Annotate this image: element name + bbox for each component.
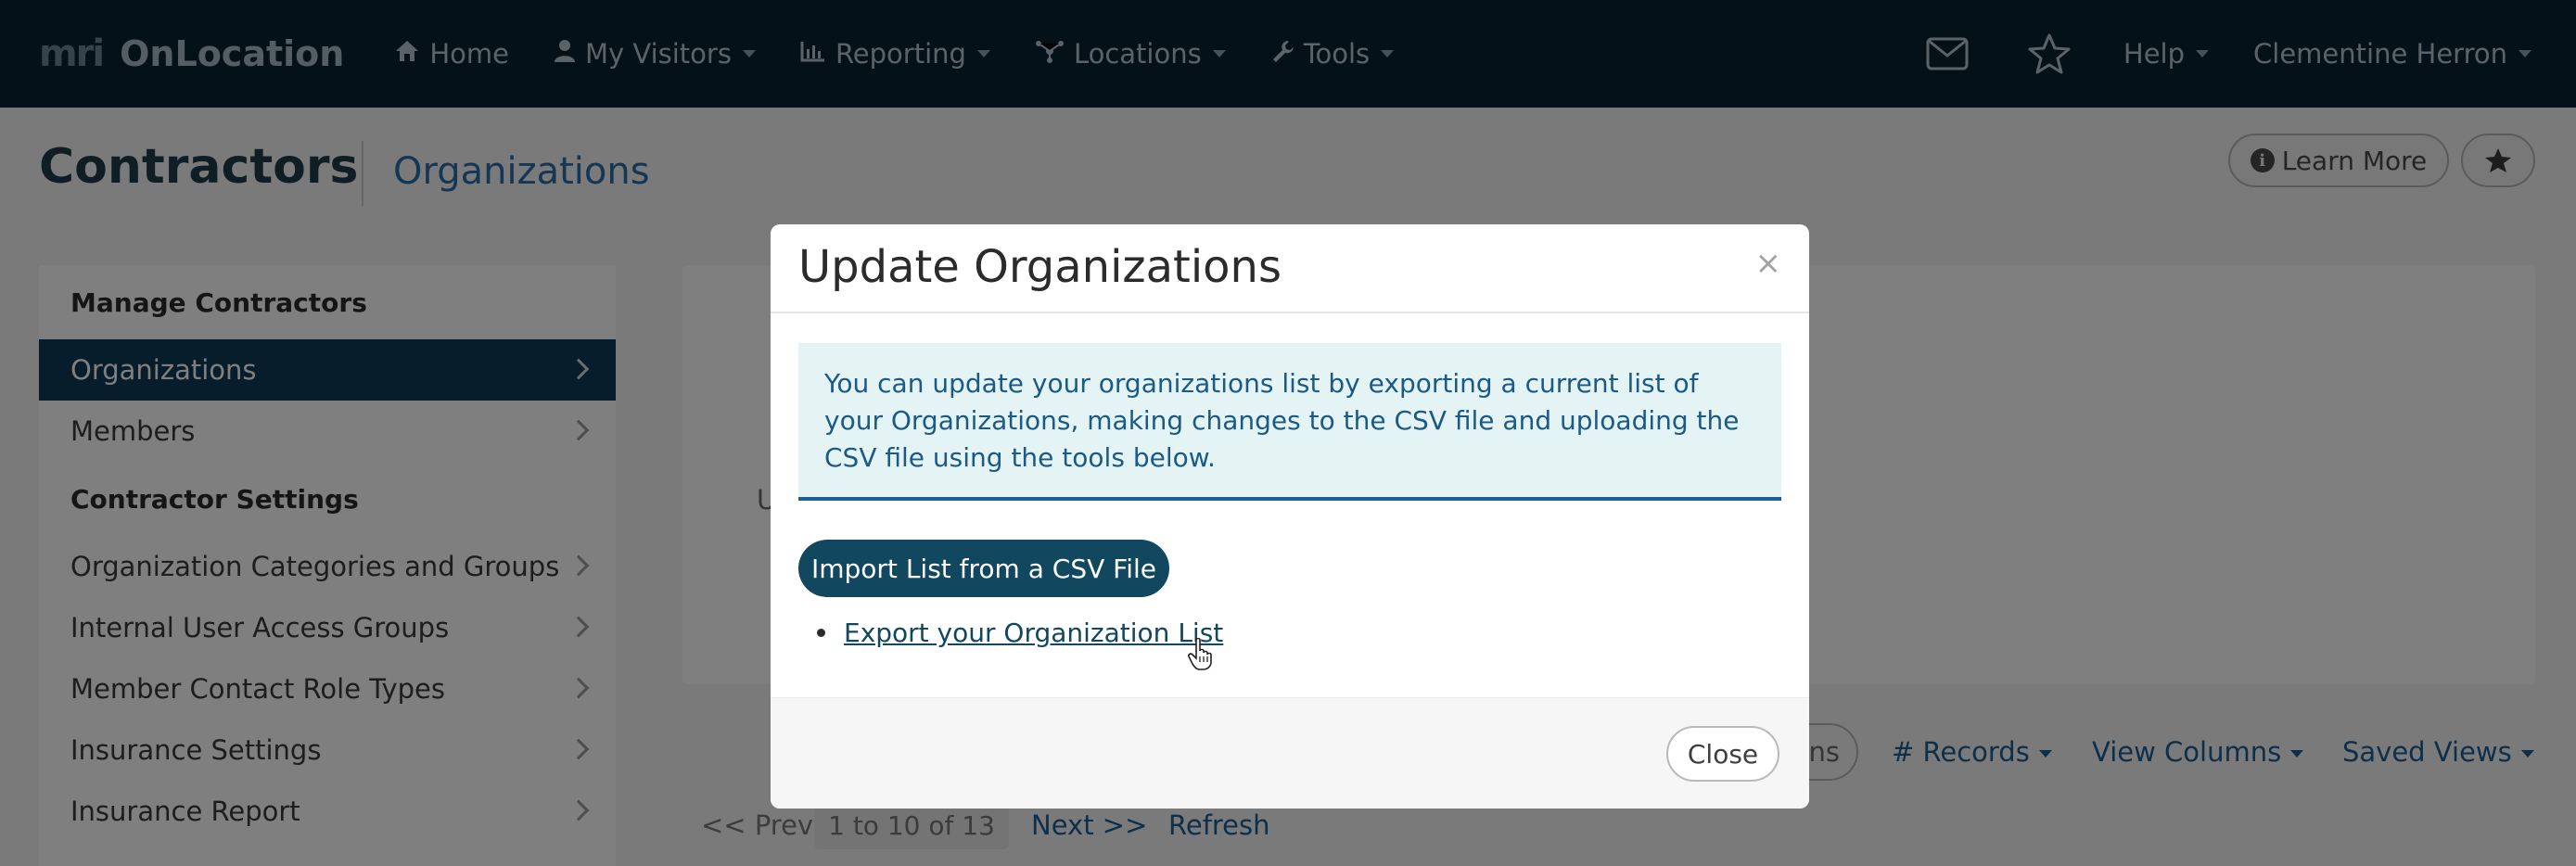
bullet [817,629,825,637]
modal-header: Update Organizations × [771,224,1809,313]
modal-footer: Close [771,697,1809,809]
close-button[interactable]: Close [1666,726,1779,782]
export-organization-list-link[interactable]: Export your Organization List [844,618,1223,648]
modal-title: Update Organizations [798,241,1282,293]
info-alert: You can update your organizations list b… [798,343,1781,501]
hand-pointer-icon [1188,637,1216,675]
update-organizations-modal: Update Organizations × You can update yo… [771,224,1809,809]
export-list-item: Export your Organization List [817,618,1223,648]
close-icon[interactable]: × [1755,245,1782,282]
import-csv-button[interactable]: Import List from a CSV File [798,540,1169,597]
